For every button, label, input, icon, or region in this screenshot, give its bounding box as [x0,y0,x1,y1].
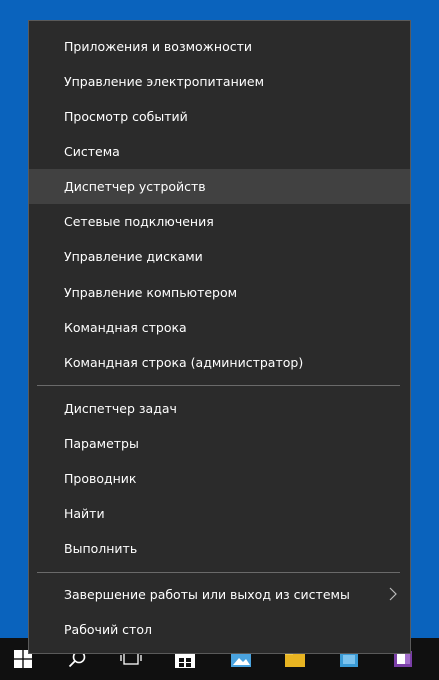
menu-item-device-manager[interactable]: Диспетчер устройств [29,169,410,204]
power-user-context-menu: Приложения и возможности Управление элек… [28,20,411,654]
menu-item-event-viewer[interactable]: Просмотр событий [29,99,410,134]
menu-item-search[interactable]: Найти [29,496,410,531]
menu-item-label: Завершение работы или выход из системы [64,587,350,602]
menu-item-computer-management[interactable]: Управление компьютером [29,275,410,310]
menu-separator [37,572,400,573]
menu-item-disk-management[interactable]: Управление дисками [29,239,410,274]
menu-item-desktop[interactable]: Рабочий стол [29,612,410,647]
menu-item-power-options[interactable]: Управление электропитанием [29,64,410,99]
menu-item-file-explorer[interactable]: Проводник [29,461,410,496]
menu-item-settings[interactable]: Параметры [29,426,410,461]
menu-item-command-prompt[interactable]: Командная строка [29,310,410,345]
menu-item-system[interactable]: Система [29,134,410,169]
menu-item-run[interactable]: Выполнить [29,531,410,566]
menu-item-apps-and-features[interactable]: Приложения и возможности [29,29,410,64]
menu-item-network-connections[interactable]: Сетевые подключения [29,204,410,239]
chevron-right-icon [389,587,397,601]
menu-item-command-prompt-admin[interactable]: Командная строка (администратор) [29,345,410,380]
menu-item-shut-down-or-sign-out[interactable]: Завершение работы или выход из системы [29,577,410,612]
menu-item-task-manager[interactable]: Диспетчер задач [29,391,410,426]
menu-separator [37,385,400,386]
